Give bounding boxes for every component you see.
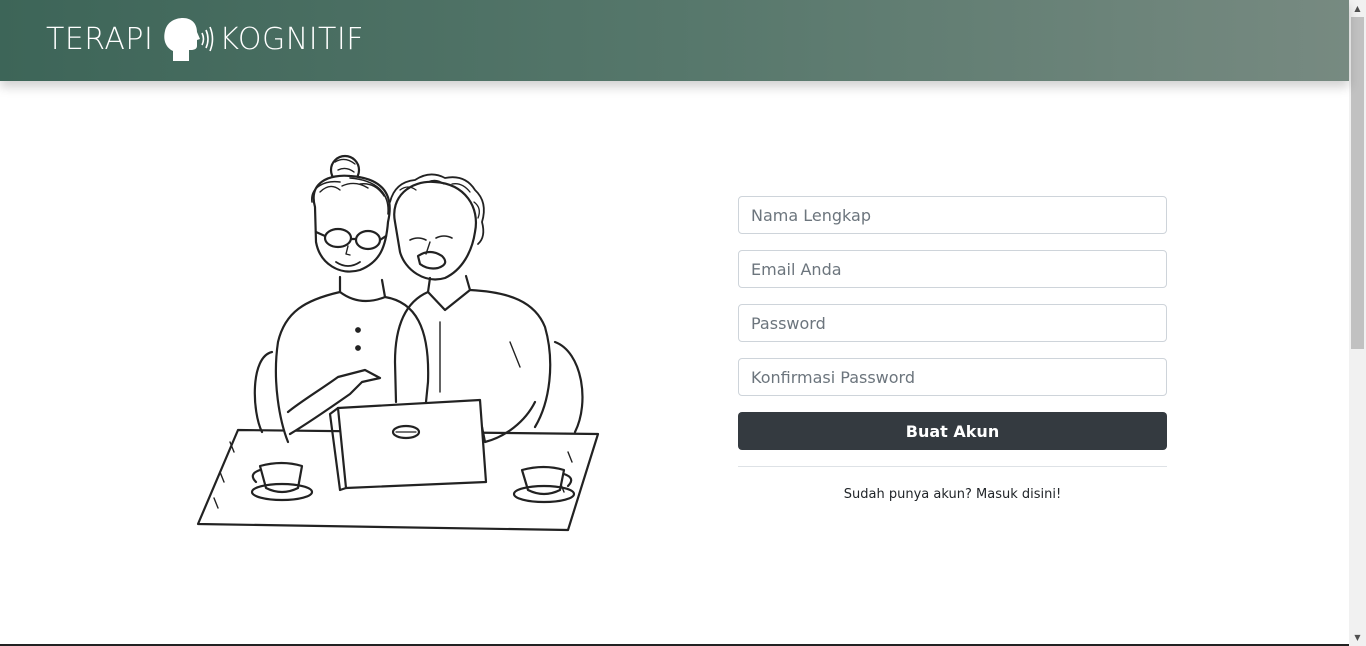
brand-logo[interactable]: TERAPI KOGNITIF [46, 17, 364, 63]
confirm-password-input[interactable] [738, 358, 1167, 396]
full-name-input[interactable] [738, 196, 1167, 234]
vertical-scrollbar[interactable]: ▲ ▼ [1349, 0, 1366, 646]
form-divider [738, 466, 1167, 467]
password-input[interactable] [738, 304, 1167, 342]
login-link[interactable]: Sudah punya akun? Masuk disini! [738, 485, 1167, 505]
scroll-up-arrow-icon[interactable]: ▲ [1349, 0, 1366, 17]
scroll-thumb[interactable] [1351, 17, 1364, 349]
brand-text-left: TERAPI [46, 22, 154, 57]
email-input[interactable] [738, 250, 1167, 288]
couple-laptop-illustration [190, 152, 605, 537]
brand-text-right: KOGNITIF [219, 22, 364, 57]
speaking-head-icon [164, 18, 214, 61]
top-navbar: TERAPI KOGNITIF [0, 0, 1349, 81]
register-form: Buat Akun Sudah punya akun? Masuk disini… [738, 196, 1167, 505]
scroll-down-arrow-icon[interactable]: ▼ [1349, 629, 1366, 646]
create-account-button[interactable]: Buat Akun [738, 412, 1167, 450]
